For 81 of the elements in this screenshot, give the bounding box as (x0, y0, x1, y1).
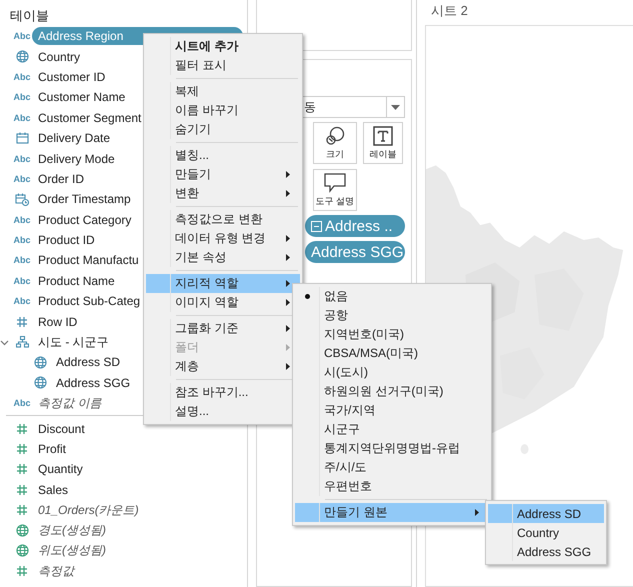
menu-item[interactable]: 만들기 (146, 165, 300, 184)
string-type-icon: Abc (13, 214, 30, 225)
menu-item[interactable]: 변환 (146, 184, 300, 203)
text-label-icon (373, 126, 393, 146)
field-item[interactable]: 경도(생성됨) (32, 520, 112, 542)
field-item[interactable]: Discount (32, 420, 91, 438)
field-item[interactable]: 위도(생성됨) (32, 540, 112, 562)
field-item[interactable]: Sales (32, 480, 74, 499)
submenu-arrow-icon (286, 280, 290, 287)
menu-item[interactable]: 숨기기 (146, 120, 300, 139)
field-item[interactable]: Product Name (32, 272, 121, 290)
field-item[interactable]: 측정값 이름 (32, 392, 108, 414)
field-item[interactable]: 시도 - 시군구 (32, 332, 115, 353)
sheet-title: 시트 2 (430, 2, 469, 20)
submenu-arrow-icon (286, 325, 290, 332)
menu-item[interactable]: 주/시/도 (295, 458, 489, 477)
field-item[interactable]: Row ID (32, 312, 84, 331)
speech-bubble-icon (324, 172, 346, 192)
field-item[interactable]: Delivery Mode (32, 150, 121, 168)
string-type-icon: Abc (13, 31, 30, 42)
menu-item[interactable]: 별칭... (146, 146, 300, 165)
string-type-icon: Abc (13, 72, 30, 82)
menu-item[interactable]: 시(도시) (295, 363, 489, 382)
menu-item[interactable]: 측정값으로 변환 (146, 210, 300, 229)
menu-item[interactable]: 필터 표시 (146, 56, 300, 75)
submenu-arrow-icon (286, 190, 290, 197)
menu-item[interactable]: 시군구 (295, 420, 489, 439)
size-circles-icon (325, 126, 345, 146)
field-item[interactable]: Customer Segment (32, 108, 148, 127)
dropdown-arrow-icon (391, 104, 400, 110)
menu-item[interactable]: 기본 속성 (146, 248, 300, 267)
menu-item[interactable]: 지역번호(미국) (295, 325, 489, 344)
string-type-icon: Abc (13, 174, 30, 184)
submenu-arrow-icon (286, 299, 290, 306)
string-type-icon: Abc (13, 255, 30, 266)
string-type-icon: Abc (13, 398, 30, 408)
field-item[interactable]: Order Timestamp (32, 190, 137, 208)
menu-item[interactable]: Address SD (488, 504, 604, 523)
string-type-icon: Abc (13, 92, 30, 102)
string-type-icon: Abc (13, 154, 30, 164)
menu-item[interactable]: 국가/지역 (295, 401, 489, 420)
menu-item[interactable]: 우편번호 (295, 477, 489, 496)
field-item[interactable]: Profit (32, 440, 72, 458)
mark-property-button[interactable]: 레이블 (363, 122, 403, 164)
menu-item[interactable]: 공항 (295, 306, 489, 325)
field-item[interactable]: Address SGG (50, 374, 136, 392)
submenu-arrow-icon (286, 363, 290, 370)
field-item[interactable]: 01_Orders(카운트) (32, 500, 145, 521)
menu-item[interactable]: 통계지역단위명명법-유럽 (295, 439, 489, 458)
submenu-arrow-icon (286, 235, 290, 242)
menu-item[interactable]: 데이터 유형 변경 (146, 229, 300, 248)
menu-item[interactable]: Country (488, 523, 604, 542)
menu-item[interactable]: 지리적 역할 (146, 274, 300, 293)
mark-property-button[interactable]: 크기 (313, 122, 357, 164)
field-item[interactable]: Customer ID (32, 68, 112, 86)
pane-header: 테이블 (9, 7, 50, 25)
field-item[interactable]: Product ID (32, 231, 101, 250)
menu-item[interactable]: Address SGG (488, 542, 604, 561)
field-item[interactable]: Delivery Date (32, 129, 116, 148)
field-item[interactable]: Quantity (32, 460, 89, 478)
submenu-arrow-icon (475, 509, 479, 516)
field-item[interactable]: Product Sub-Categ (32, 292, 146, 310)
field-item[interactable]: Order ID (32, 170, 90, 188)
submenu-arrow-icon (286, 171, 290, 178)
field-item[interactable]: Product Category (32, 210, 138, 229)
field-item[interactable]: Address SD (50, 353, 126, 372)
submenu-arrow-icon (286, 344, 290, 351)
menu-item[interactable]: CBSA/MSA(미국) (295, 344, 489, 363)
string-type-icon: Abc (13, 112, 30, 123)
menu-item[interactable]: 하원의원 선거구(미국) (295, 382, 489, 401)
field-item[interactable]: Customer Name (32, 88, 132, 106)
mark-property-button[interactable]: 도구 설명 (313, 169, 357, 211)
submenu-arrow-icon (286, 254, 290, 261)
string-type-icon: Abc (13, 276, 30, 286)
field-item[interactable]: Country (32, 48, 86, 66)
expand-chevron-icon[interactable] (0, 338, 9, 347)
string-type-icon: Abc (13, 296, 30, 306)
string-type-icon: Abc (13, 235, 30, 246)
collapse-icon (311, 220, 322, 232)
field-item[interactable]: 측정값 (32, 560, 80, 582)
field-item[interactable]: Product Manufactu (32, 251, 145, 270)
